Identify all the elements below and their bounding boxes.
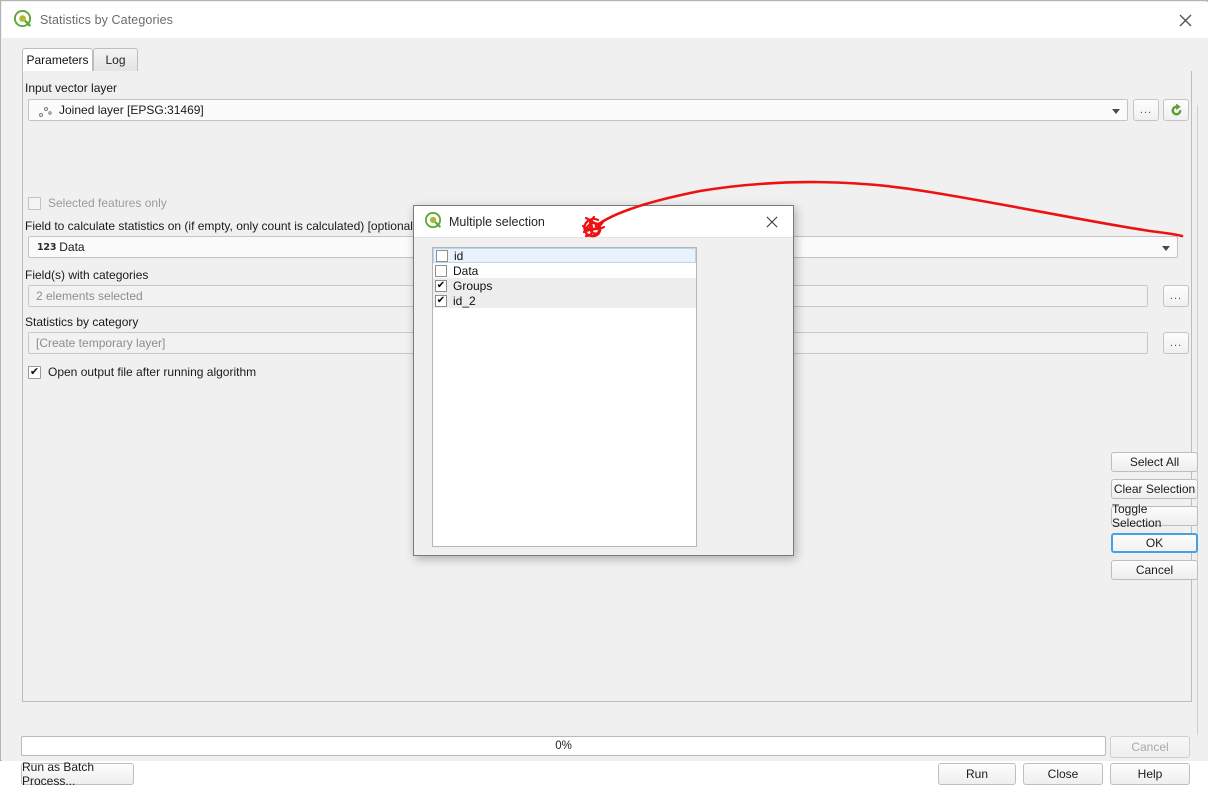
qgis-logo-icon bbox=[13, 9, 32, 30]
categories-field-label: Field(s) with categories bbox=[25, 268, 149, 282]
multiple-selection-dialog: Multiple selection id Data ✔ Groups ✔ id… bbox=[413, 205, 1198, 580]
categories-browse-button[interactable]: ... bbox=[1163, 285, 1189, 307]
output-browse-label: ... bbox=[1169, 337, 1183, 349]
cancel-top-button[interactable]: Cancel bbox=[1110, 736, 1190, 758]
select-all-label: Select All bbox=[1129, 455, 1180, 469]
cancel-label: Cancel bbox=[1135, 563, 1174, 577]
list-item-label: id bbox=[454, 248, 464, 263]
statistics-field-label: Field to calculate statistics on (if emp… bbox=[25, 219, 417, 233]
tab-parameters[interactable]: Parameters bbox=[22, 48, 93, 71]
help-button[interactable]: Help bbox=[1110, 763, 1190, 785]
tab-log[interactable]: Log bbox=[93, 48, 138, 71]
window-close-button[interactable] bbox=[1162, 2, 1208, 38]
clear-selection-button[interactable]: Clear Selection bbox=[1111, 479, 1198, 499]
open-output-checkbox[interactable]: ✔ Open output file after running algorit… bbox=[28, 365, 256, 379]
ok-label: OK bbox=[1145, 536, 1164, 550]
categories-field-value: 2 elements selected bbox=[36, 289, 143, 303]
list-item-checkbox[interactable]: ✔ bbox=[435, 294, 447, 307]
list-item[interactable]: ✔ Groups bbox=[433, 278, 696, 293]
run-label: Run bbox=[965, 767, 988, 781]
categories-browse-label: ... bbox=[1169, 290, 1183, 302]
tab-log-label: Log bbox=[105, 53, 126, 67]
close-button[interactable]: Close bbox=[1023, 763, 1103, 785]
clear-selection-label: Clear Selection bbox=[1113, 482, 1196, 496]
numeric-field-icon: 123 bbox=[37, 241, 57, 253]
open-output-box: ✔ bbox=[28, 365, 41, 379]
chevron-down-icon bbox=[1112, 109, 1120, 114]
tab-parameters-label: Parameters bbox=[26, 53, 89, 67]
field-selection-list[interactable]: id Data ✔ Groups ✔ id_2 bbox=[432, 247, 697, 547]
list-item-checkbox[interactable]: ✔ bbox=[435, 279, 447, 292]
list-item-label: Data bbox=[453, 263, 479, 278]
list-item[interactable]: ✔ id_2 bbox=[433, 293, 696, 308]
select-all-button[interactable]: Select All bbox=[1111, 452, 1198, 472]
input-vector-layer-label: Input vector layer bbox=[25, 81, 118, 95]
progress-bar: 0% bbox=[21, 736, 1106, 756]
run-as-batch-button[interactable]: Run as Batch Process... bbox=[21, 760, 134, 788]
cancel-button[interactable]: Cancel bbox=[1111, 560, 1198, 580]
point-layer-icon bbox=[37, 104, 53, 118]
cancel-top-label: Cancel bbox=[1131, 740, 1169, 754]
dialog-close-button[interactable] bbox=[755, 206, 789, 238]
input-layer-browse-label: ... bbox=[1139, 104, 1153, 116]
selected-features-only-box bbox=[28, 196, 41, 210]
panel-divider bbox=[1197, 105, 1198, 735]
input-vector-layer-combo[interactable]: Joined layer [EPSG:31469] bbox=[28, 99, 1128, 121]
input-layer-browse-button[interactable]: ... bbox=[1133, 99, 1159, 121]
list-item-checkbox[interactable] bbox=[436, 249, 448, 262]
input-vector-layer-value: Joined layer [EPSG:31469] bbox=[59, 103, 204, 117]
close-icon bbox=[1179, 14, 1191, 26]
run-button[interactable]: Run bbox=[938, 763, 1016, 785]
close-icon bbox=[766, 216, 778, 228]
open-output-label: Open output file after running algorithm bbox=[48, 365, 257, 379]
selected-features-only-label: Selected features only bbox=[48, 196, 167, 210]
selected-features-only-checkbox[interactable]: Selected features only bbox=[28, 196, 167, 210]
toggle-selection-label: Toggle Selection bbox=[1112, 502, 1162, 530]
window-titlebar: Statistics by Categories bbox=[2, 2, 1208, 38]
help-label: Help bbox=[1137, 767, 1163, 781]
output-label: Statistics by category bbox=[25, 315, 139, 329]
progress-text: 0% bbox=[555, 740, 572, 752]
tab-strip: Parameters Log bbox=[22, 48, 1192, 71]
ok-button[interactable]: OK bbox=[1111, 533, 1198, 553]
refresh-icon bbox=[1171, 102, 1181, 115]
output-path-value: [Create temporary layer] bbox=[36, 336, 166, 350]
input-layer-refresh-button[interactable] bbox=[1163, 99, 1189, 121]
list-item[interactable]: id bbox=[433, 248, 696, 263]
close-label: Close bbox=[1047, 767, 1079, 781]
list-item-label: Groups bbox=[453, 278, 493, 293]
run-as-batch-label: Run as Batch Process... bbox=[22, 760, 95, 788]
toggle-selection-button[interactable]: Toggle Selection bbox=[1111, 502, 1198, 530]
dialog-title: Multiple selection bbox=[449, 214, 545, 229]
list-item-label: id_2 bbox=[453, 293, 476, 308]
qgis-logo-icon bbox=[424, 211, 442, 231]
dialog-titlebar: Multiple selection bbox=[414, 206, 793, 238]
statistics-field-value: Data bbox=[59, 240, 85, 254]
window-title: Statistics by Categories bbox=[40, 13, 174, 27]
chevron-down-icon bbox=[1162, 246, 1170, 251]
list-item-checkbox[interactable] bbox=[435, 264, 447, 277]
output-browse-button[interactable]: ... bbox=[1163, 332, 1189, 354]
list-item[interactable]: Data bbox=[433, 263, 696, 278]
